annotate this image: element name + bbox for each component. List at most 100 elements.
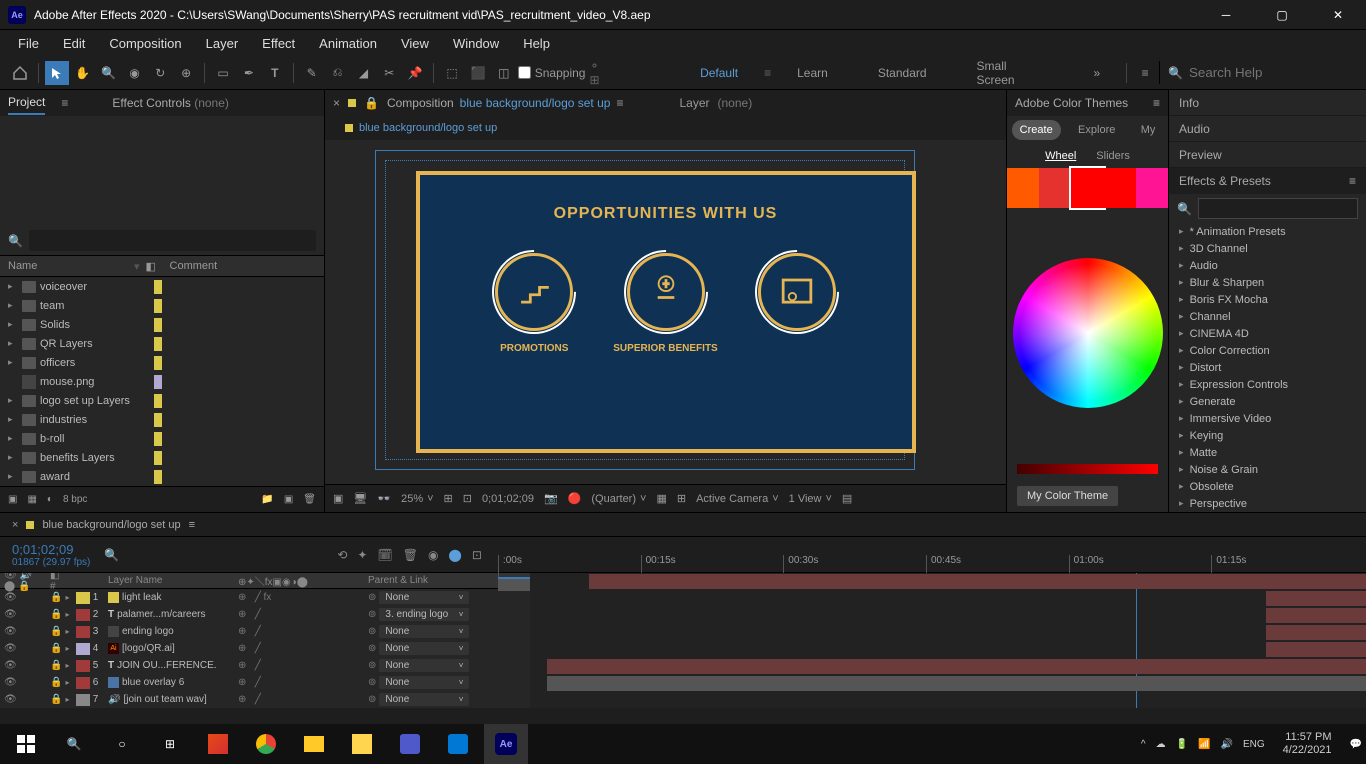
timeline-layer-row[interactable]: 👁 🔒 ▸ 2 T palamer...m/careers ⊕ ╱ ⊚ 3. e… — [0, 606, 530, 623]
after-effects-icon[interactable]: Ae — [484, 724, 528, 764]
tl-btn[interactable]: 🗑 — [403, 548, 418, 562]
viewer-btn[interactable]: 👓 — [377, 492, 391, 505]
audio-panel-tab[interactable]: Audio — [1169, 116, 1366, 142]
language-indicator[interactable]: ENG — [1243, 739, 1265, 750]
viewer-btn[interactable]: ⊡ — [463, 492, 472, 505]
minimize-button[interactable]: ─ — [1206, 3, 1246, 27]
anchor-tool[interactable]: ⊕ — [174, 61, 198, 85]
tl-btn[interactable]: 🗓 — [377, 548, 392, 562]
search-button[interactable]: 🔍 — [52, 724, 96, 764]
orbit-tool[interactable]: ◉ — [123, 61, 147, 85]
onedrive-icon[interactable]: ☁ — [1156, 739, 1166, 750]
layer-bar[interactable] — [1266, 642, 1366, 657]
chrome-icon[interactable] — [244, 724, 288, 764]
viewer-btn[interactable]: ▦ — [656, 492, 666, 505]
brightness-slider[interactable] — [1017, 464, 1158, 474]
rotate-tool[interactable]: ↻ — [148, 61, 172, 85]
tl-btn[interactable]: ✦ — [357, 548, 367, 562]
effect-category[interactable]: ▸Distort — [1169, 359, 1366, 376]
timeline-layer-row[interactable]: 👁 🔒 ▸ 1 light leak ⊕ ╱ fx ⊚ None ˅ — [0, 589, 530, 606]
search-input[interactable] — [1189, 65, 1349, 80]
col-comment[interactable]: Comment — [170, 260, 316, 272]
timeline-tracks[interactable] — [530, 573, 1366, 708]
zoom-tool[interactable]: 🔍 — [97, 61, 121, 85]
local-axis-tool[interactable]: ⬚ — [440, 61, 464, 85]
project-item[interactable]: ▸b-roll — [0, 429, 324, 448]
color-swatch[interactable] — [1071, 168, 1103, 208]
menu-effect[interactable]: Effect — [252, 34, 305, 53]
effect-category[interactable]: ▸Obsolete — [1169, 478, 1366, 495]
effect-category[interactable]: ▸Keying — [1169, 427, 1366, 444]
workspace-overflow[interactable]: » — [1074, 66, 1121, 80]
color-swatch[interactable] — [1104, 168, 1136, 208]
menu-layer[interactable]: Layer — [196, 34, 249, 53]
preview-panel-tab[interactable]: Preview — [1169, 142, 1366, 168]
effect-category[interactable]: ▸Channel — [1169, 308, 1366, 325]
cortana-button[interactable]: ○ — [100, 724, 144, 764]
project-item[interactable]: ▸award — [0, 467, 324, 486]
close-tab-icon[interactable]: × — [12, 519, 18, 531]
workspace-menu[interactable]: ≡ — [1133, 61, 1157, 85]
maximize-button[interactable]: ▢ — [1262, 3, 1302, 27]
effect-category[interactable]: ▸Immersive Video — [1169, 410, 1366, 427]
project-search-input[interactable] — [29, 230, 316, 251]
effect-category[interactable]: ▸Noise & Grain — [1169, 461, 1366, 478]
brush-tool[interactable]: ✎ — [300, 61, 324, 85]
clone-tool[interactable]: ⎌ — [326, 61, 350, 85]
office-icon[interactable] — [196, 724, 240, 764]
effect-category[interactable]: ▸Expression Controls — [1169, 376, 1366, 393]
project-item[interactable]: ▸QR Layers — [0, 334, 324, 353]
selection-tool[interactable] — [45, 61, 69, 85]
my-tab[interactable]: My — [1133, 120, 1164, 140]
effect-category[interactable]: ▸Boris FX Mocha — [1169, 291, 1366, 308]
effect-category[interactable]: ▸Color Correction — [1169, 342, 1366, 359]
timeline-search-input[interactable] — [123, 547, 323, 562]
effect-category[interactable]: ▸Audio — [1169, 257, 1366, 274]
workspace-small[interactable]: Small Screen — [953, 59, 1072, 87]
sliders-subtab[interactable]: Sliders — [1096, 150, 1130, 162]
viewer-btn[interactable]: ▣ — [333, 492, 343, 505]
project-item[interactable]: ▸benefits Layers — [0, 448, 324, 467]
menu-window[interactable]: Window — [443, 34, 509, 53]
timeline-layer-row[interactable]: 👁 🔒 ▸ 6 blue overlay 6 ⊕ ╱ ⊚ None ˅ — [0, 674, 530, 691]
pen-tool[interactable]: ✒ — [237, 61, 261, 85]
wheel-subtab[interactable]: Wheel — [1045, 150, 1076, 162]
view-dropdown[interactable]: 1 View ˅ — [789, 493, 832, 505]
workspace-learn[interactable]: Learn — [773, 66, 852, 80]
project-item[interactable]: ▸team — [0, 296, 324, 315]
roto-tool[interactable]: ✂ — [377, 61, 401, 85]
project-tab-menu[interactable]: ≡ — [61, 96, 68, 110]
layer-bar[interactable] — [547, 676, 1366, 691]
sticky-notes-icon[interactable] — [340, 724, 384, 764]
panel-menu-icon[interactable]: ≡ — [189, 519, 195, 531]
tl-btn[interactable]: ◉ — [428, 548, 438, 562]
project-item[interactable]: ▸Solids — [0, 315, 324, 334]
resolution-dropdown[interactable]: (Quarter) ˅ — [591, 493, 646, 505]
panel-menu-icon[interactable]: ≡ — [1349, 174, 1356, 188]
effect-category[interactable]: ▸Generate — [1169, 393, 1366, 410]
project-tree[interactable]: ▸voiceover▸team▸Solids▸QR Layers▸officer… — [0, 277, 324, 486]
timeline-layer-row[interactable]: 👁 🔒 ▸ 5 T JOIN OU...FERENCE. ⊕ ╱ ⊚ None … — [0, 657, 530, 674]
clock[interactable]: 11:57 PM 4/22/2021 — [1275, 731, 1340, 757]
effect-category[interactable]: ▸CINEMA 4D — [1169, 325, 1366, 342]
snapshot-button[interactable]: 📷 — [544, 492, 558, 505]
menu-help[interactable]: Help — [513, 34, 560, 53]
task-view-button[interactable]: ⊞ — [148, 724, 192, 764]
comp-name[interactable]: blue background/logo set up — [460, 96, 611, 110]
effect-category[interactable]: ▸3D Channel — [1169, 240, 1366, 257]
effect-category[interactable]: ▸* Animation Presets — [1169, 223, 1366, 240]
viewer-btn[interactable]: ▤ — [842, 492, 852, 505]
explorer-icon[interactable] — [292, 724, 336, 764]
outlook-icon[interactable] — [436, 724, 480, 764]
menu-edit[interactable]: Edit — [53, 34, 95, 53]
teams-icon[interactable] — [388, 724, 432, 764]
col-color-icon[interactable]: ◧ — [146, 260, 164, 273]
footer-btn[interactable]: ▦ — [27, 494, 36, 505]
timeline-timecode[interactable]: 0;01;02;09 — [12, 542, 90, 557]
composition-viewer[interactable]: OPPORTUNITIES WITH US PROMOTIONS SUPERIO… — [325, 140, 1006, 484]
wifi-icon[interactable]: 📶 — [1198, 739, 1210, 750]
color-wheel[interactable] — [1013, 258, 1163, 408]
menu-animation[interactable]: Animation — [309, 34, 387, 53]
breadcrumb[interactable]: blue background/logo set up — [359, 122, 497, 134]
layer-bar[interactable] — [1266, 591, 1366, 606]
